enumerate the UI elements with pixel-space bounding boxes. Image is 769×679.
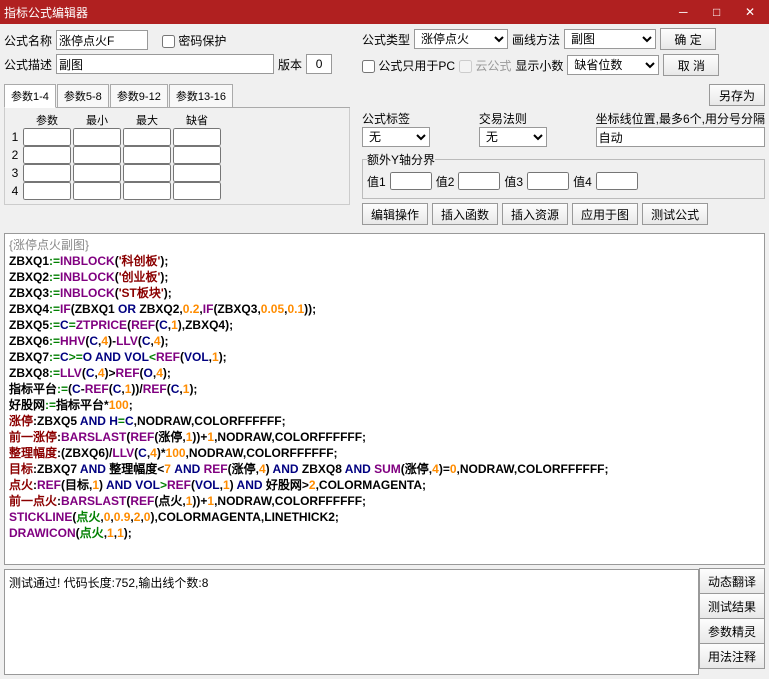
tab-param-5-8[interactable]: 参数5-8: [57, 84, 109, 107]
dyn-trans-button[interactable]: 动态翻译: [699, 568, 765, 594]
ok-button[interactable]: 确 定: [660, 28, 716, 50]
param-tabs: 参数1-4 参数5-8 参数9-12 参数13-16: [4, 84, 350, 108]
window-title: 指标公式编辑器: [4, 4, 88, 21]
param-1-name[interactable]: [23, 128, 71, 146]
status-text: 测试通过! 代码长度:752,输出线个数:8: [4, 569, 699, 675]
maximize-icon[interactable]: □: [702, 5, 732, 19]
test-formula-button[interactable]: 测试公式: [642, 203, 708, 225]
pc-only-checkbox[interactable]: [362, 60, 375, 73]
cancel-button[interactable]: 取 消: [663, 54, 719, 76]
formula-name-input[interactable]: [56, 30, 148, 50]
cloud-formula-checkbox: [459, 60, 472, 73]
formula-tag-select[interactable]: 无: [362, 127, 430, 147]
insert-res-button[interactable]: 插入资源: [502, 203, 568, 225]
trade-rule-select[interactable]: 无: [479, 127, 547, 147]
param-wiz-button[interactable]: 参数精灵: [699, 618, 765, 644]
coord-pos-input[interactable]: [596, 127, 765, 147]
y-val2[interactable]: [458, 172, 500, 190]
test-result-button[interactable]: 测试结果: [699, 593, 765, 619]
y-val4[interactable]: [596, 172, 638, 190]
edit-op-button[interactable]: 编辑操作: [362, 203, 428, 225]
formula-type-select[interactable]: 涨停点火: [414, 29, 508, 49]
password-protect-checkbox[interactable]: [162, 35, 175, 48]
titlebar: 指标公式编辑器 ─ □ ✕: [0, 0, 769, 24]
y-val1[interactable]: [390, 172, 432, 190]
show-decimal-select[interactable]: 缺省位数: [567, 55, 659, 75]
close-icon[interactable]: ✕: [735, 5, 765, 19]
formula-name-label: 公式名称: [4, 32, 52, 49]
usage-note-button[interactable]: 用法注释: [699, 643, 765, 669]
y-val3[interactable]: [527, 172, 569, 190]
version-input[interactable]: [306, 54, 332, 74]
tab-param-9-12[interactable]: 参数9-12: [110, 84, 168, 107]
minimize-icon[interactable]: ─: [668, 5, 698, 19]
insert-func-button[interactable]: 插入函数: [432, 203, 498, 225]
formula-desc-label: 公式描述: [4, 56, 52, 73]
save-as-button[interactable]: 另存为: [709, 84, 765, 106]
tab-param-13-16[interactable]: 参数13-16: [169, 84, 233, 107]
apply-chart-button[interactable]: 应用于图: [572, 203, 638, 225]
code-editor[interactable]: {涨停点火副图} ZBXQ1:=INBLOCK('科创板'); ZBXQ2:=I…: [4, 233, 765, 565]
formula-desc-input[interactable]: [56, 54, 274, 74]
tab-param-1-4[interactable]: 参数1-4: [4, 84, 56, 108]
draw-method-select[interactable]: 副图: [564, 29, 656, 49]
